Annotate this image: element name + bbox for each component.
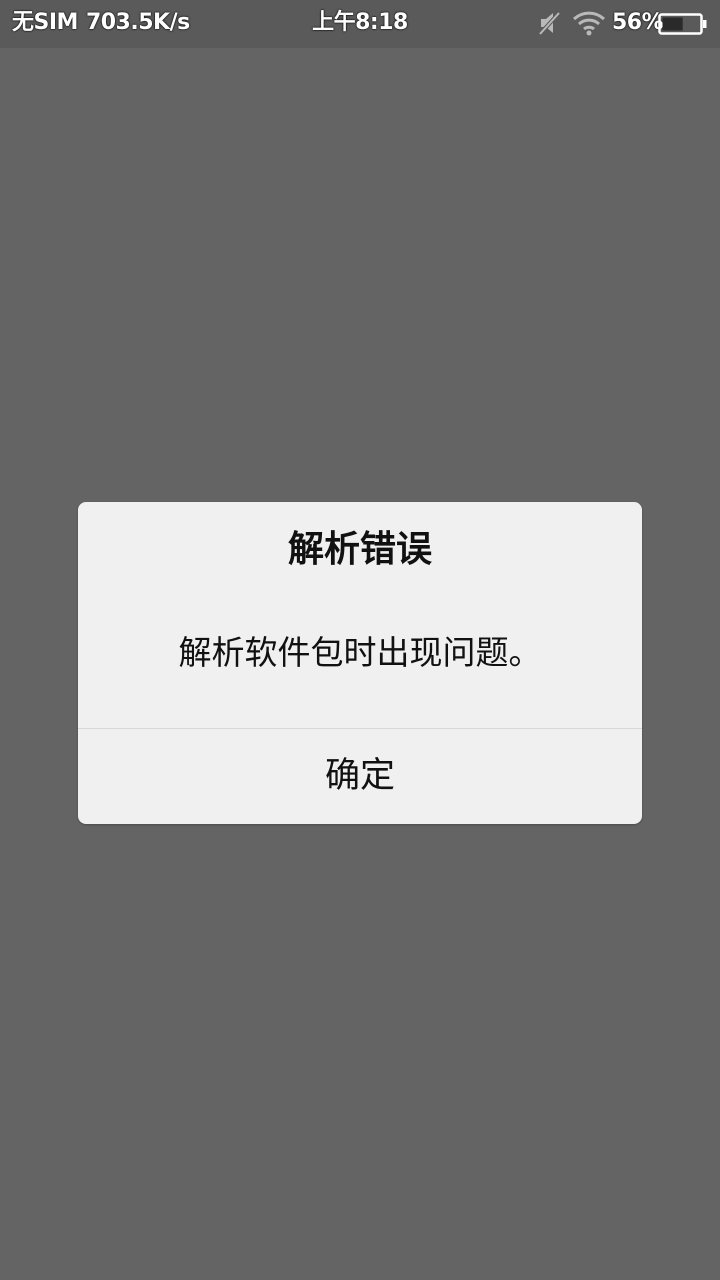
mute-icon [538, 10, 562, 40]
parse-error-dialog: 解析错误 解析软件包时出现问题。 确定 [78, 502, 642, 824]
battery-percent: 56% [612, 10, 664, 35]
status-bar: 无SIM 703.5K/s 上午8:18 56% [0, 0, 720, 48]
dialog-title: 解析错误 [287, 529, 432, 570]
dialog-message: 解析软件包时出现问题。 [178, 633, 542, 672]
confirm-button[interactable]: 确定 [78, 729, 642, 824]
wifi-icon [572, 10, 606, 40]
battery-fill [662, 17, 683, 31]
battery-icon [658, 12, 708, 40]
